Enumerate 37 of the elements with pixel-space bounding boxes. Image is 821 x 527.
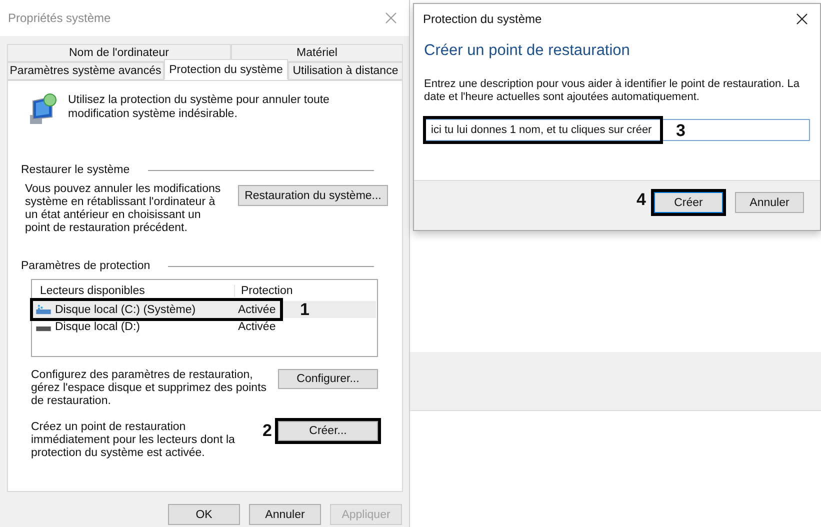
dialog-button[interactable]: OK <box>168 504 240 525</box>
drive-name: Disque local (D:) <box>54 320 141 332</box>
tab[interactable]: Paramètres système avancés <box>7 62 164 80</box>
dialog-button[interactable]: Créer <box>654 192 723 213</box>
tab[interactable]: Utilisation à distance <box>288 62 403 80</box>
dialog-button[interactable]: Annuler <box>735 192 804 213</box>
callout-number: 2 <box>262 421 272 441</box>
description-text: Configurez des paramètres de restauration, gérez l'espace disque et supprimez des points de restauration. <box>31 369 267 408</box>
section-heading: Restaurer le système <box>21 164 130 176</box>
column-header[interactable]: Lecteurs disponibles <box>40 285 235 297</box>
drive-row[interactable]: Disque local (C:) (Système) Activée 1 <box>33 301 376 318</box>
drive-name: Disque local (C:) (Système) <box>54 304 197 316</box>
instruction-text: Entrez une description pour vous aider à identifier le point de restauration. La date et l'heure actuelles sont ajoutées automatiquement. <box>424 78 800 104</box>
dialog-heading: Créer un point de restauration <box>424 42 631 61</box>
description-text: Vous pouvez annuler les modifications système en rétablissant l'ordinateur à un état antérieur en choisissant un point de restauration précédent. <box>25 183 222 236</box>
tab[interactable]: Nom de l'ordinateur <box>7 44 231 62</box>
callout-number: 4 <box>636 190 646 210</box>
column-header[interactable]: Protection <box>235 285 293 297</box>
protection-status: Activée <box>238 320 276 332</box>
drive-row[interactable]: Disque local (D:) Activée <box>33 318 376 335</box>
dialog-button[interactable]: Annuler <box>249 504 321 525</box>
callout-number: 1 <box>300 300 310 320</box>
tab[interactable]: Matériel <box>231 44 403 62</box>
description-text: Créez un point de restauration immédiatement pour les lecteurs dont la protection du système est activée. <box>31 421 236 460</box>
close-icon[interactable] <box>796 13 808 25</box>
protection-status: Activée <box>238 304 276 316</box>
tab[interactable]: Protection du système <box>164 59 288 80</box>
callout-number: 3 <box>676 121 686 141</box>
create-button[interactable]: Créer... <box>278 421 378 441</box>
system-restore-button[interactable]: Restauration du système... <box>238 185 388 206</box>
description-text: Utilisez la protection du système pour annuler toute modification système indésirable. <box>68 93 330 122</box>
section-heading: Paramètres de protection <box>21 260 150 272</box>
drive-icon <box>35 304 52 315</box>
dialog-title: Protection du système <box>423 12 542 26</box>
computer-icon <box>28 93 58 125</box>
window-title: Propriétés système <box>8 11 111 25</box>
configure-button[interactable]: Configurer... <box>278 369 378 389</box>
